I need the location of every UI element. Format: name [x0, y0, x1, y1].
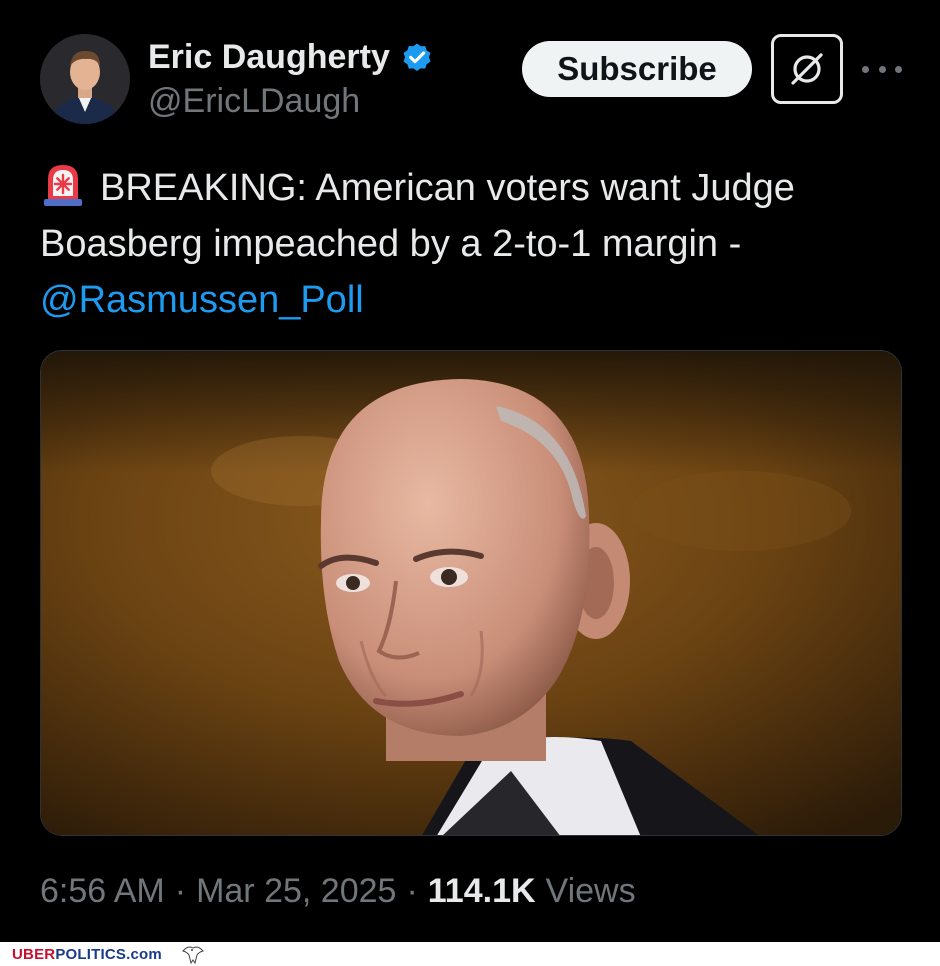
judge-portrait-image: [41, 351, 901, 835]
tweet-date[interactable]: Mar 25, 2025: [196, 872, 396, 911]
meta-separator: ·: [174, 872, 187, 910]
author-handle[interactable]: @EricLDaugh: [148, 82, 434, 121]
tweet-body: BREAKING: American voters want Judge Boa…: [40, 167, 795, 265]
mention-link[interactable]: @Rasmussen_Poll: [40, 279, 364, 321]
author-name-block: Eric Daugherty @EricLDaugh: [148, 36, 434, 121]
more-dot: [878, 65, 886, 73]
grok-icon: [791, 53, 823, 85]
more-options-icon[interactable]: [862, 52, 902, 86]
watermark-brand: UBERPOLITICS.com: [12, 945, 162, 963]
avatar-photo: [40, 34, 130, 124]
rotating-light-emoji-icon: [44, 165, 82, 206]
views-label: Views: [545, 872, 636, 910]
tweet-time[interactable]: 6:56 AM: [40, 872, 165, 911]
more-dot: [895, 65, 902, 73]
author-avatar[interactable]: [40, 34, 130, 124]
more-dot: [862, 65, 869, 73]
tweet-header: Eric Daugherty @EricLDaugh Subscribe: [0, 0, 940, 150]
site-watermark: UBERPOLITICS.com: [0, 942, 940, 966]
views-count: 114.1K: [427, 872, 536, 910]
subscribe-button[interactable]: Subscribe: [522, 41, 752, 97]
grok-button[interactable]: [771, 34, 843, 104]
tweet-text: BREAKING: American voters want Judge Boa…: [40, 160, 910, 328]
verified-badge-icon: [403, 43, 431, 72]
tweet-meta: 6:56 AM · Mar 25, 2025 · 114.1K Views: [40, 872, 636, 911]
eagle-icon: [182, 946, 204, 965]
tweet-media-photo[interactable]: [40, 350, 902, 836]
author-display-name: Eric Daugherty: [148, 37, 390, 76]
meta-separator: ·: [406, 872, 418, 910]
author-display-name-row[interactable]: Eric Daugherty: [148, 36, 434, 78]
